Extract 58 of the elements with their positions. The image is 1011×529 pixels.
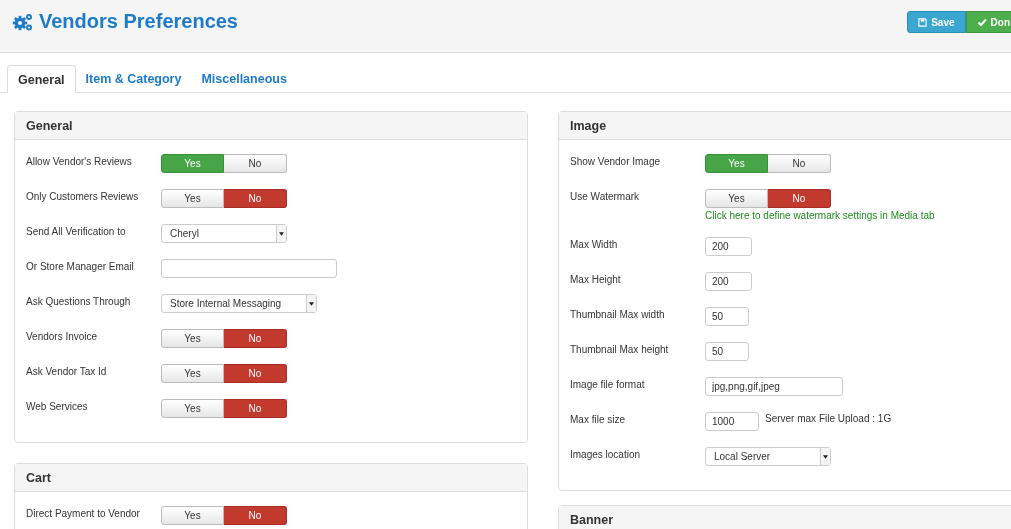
- panel-title: Image: [570, 118, 607, 133]
- select-field[interactable]: Cheryl: [161, 224, 287, 243]
- field-label: Direct Payment to Vendor: [26, 507, 141, 521]
- toggle-option[interactable]: Yes: [161, 329, 224, 348]
- caret-icon: [823, 454, 828, 459]
- toggle-option[interactable]: Yes: [161, 364, 224, 383]
- panel-title: Cart: [26, 470, 51, 485]
- field-label: Web Services: [26, 400, 89, 414]
- input-field[interactable]: 50: [705, 342, 749, 361]
- field-label: Thumbnail Max height: [570, 343, 670, 357]
- field-label: Only Customers Reviews: [26, 190, 140, 204]
- tab[interactable]: Item & Category: [75, 65, 192, 93]
- field-label: Show Vendor Image: [570, 155, 662, 169]
- input-field[interactable]: 50: [705, 307, 749, 326]
- toggle-option[interactable]: No: [224, 189, 287, 208]
- field-label: Use Watermark: [570, 190, 641, 204]
- caret-icon: [279, 231, 284, 236]
- toggle-option[interactable]: No: [224, 399, 287, 418]
- check-icon: [976, 17, 987, 27]
- page-title: Vendors Preferences: [39, 10, 238, 33]
- panel-title: General: [26, 118, 73, 133]
- gears-icon: [12, 11, 34, 32]
- toggle-option[interactable]: No: [224, 364, 287, 383]
- toggle-option[interactable]: Yes: [705, 189, 768, 208]
- input-field[interactable]: 200: [705, 272, 752, 291]
- toggle-option[interactable]: No: [224, 506, 287, 525]
- toggle-option[interactable]: No: [768, 189, 831, 208]
- tab[interactable]: Miscellaneous: [191, 65, 297, 93]
- select-field[interactable]: Local Server: [705, 447, 831, 466]
- field-label: Ask Vendor Tax Id: [26, 365, 108, 379]
- toggle-option[interactable]: No: [768, 154, 831, 173]
- field-label: Thumbnail Max width: [570, 308, 666, 322]
- field-label: Images location: [570, 448, 642, 462]
- field-label: Vendors Invoice: [26, 330, 99, 344]
- field-label: Max Height: [570, 273, 622, 287]
- panel-title: Banner: [570, 512, 614, 527]
- field-label: Image file format: [570, 378, 646, 392]
- toggle-option[interactable]: Yes: [161, 506, 224, 525]
- input-field[interactable]: 1000: [705, 412, 759, 431]
- field-label: Allow Vendor's Reviews: [26, 155, 133, 169]
- field-label: Or Store Manager Email: [26, 260, 135, 274]
- field-label: Send All Verification to: [26, 225, 127, 239]
- upload-note: Server max File Upload : 1G: [765, 412, 892, 426]
- field-label: Max Width: [570, 238, 619, 252]
- tab[interactable]: General: [7, 65, 76, 93]
- input-field[interactable]: 200: [705, 237, 752, 256]
- field-label: Max file size: [570, 413, 626, 427]
- input-field[interactable]: [161, 259, 337, 278]
- toggle-option[interactable]: No: [224, 154, 287, 173]
- field-label: Ask Questions Through: [26, 295, 132, 309]
- save-icon: [918, 17, 928, 27]
- caret-icon: [309, 301, 315, 306]
- select-field[interactable]: Store Internal Messaging: [161, 294, 318, 313]
- input-field[interactable]: jpg,png,gif,jpeg: [705, 377, 843, 396]
- watermark-link[interactable]: Click here to define watermark settings in Media tab: [705, 210, 935, 221]
- toggle-option[interactable]: Yes: [161, 189, 224, 208]
- toggle-option[interactable]: Yes: [161, 399, 224, 418]
- toggle-option[interactable]: No: [224, 329, 287, 348]
